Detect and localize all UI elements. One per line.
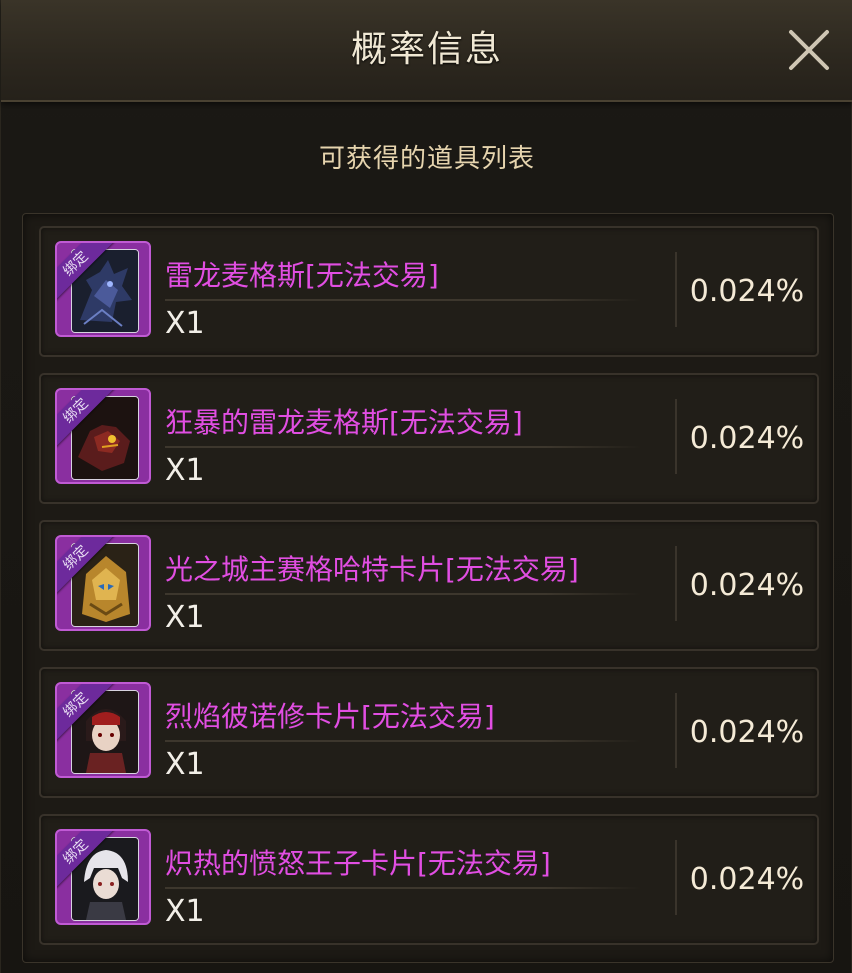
list-item[interactable]: 绑定 炽热的愤怒王子卡片[无法交易] X1 0.024% <box>39 814 819 945</box>
divider <box>165 299 641 301</box>
item-probability: 0.024% <box>689 862 805 897</box>
item-name: 狂暴的雷龙麦格斯[无法交易] <box>165 406 523 439</box>
item-list: 绑定 雷龙麦格斯[无法交易] X1 0.024% 绑定 狂暴的雷龙麦格斯[无法交… <box>22 213 834 963</box>
item-quantity: X1 <box>165 600 205 635</box>
title-bar: 概率信息 <box>1 0 852 102</box>
item-list-heading: 可获得的道具列表 <box>318 144 535 174</box>
item-quantity: X1 <box>165 453 205 488</box>
item-quantity: X1 <box>165 747 205 782</box>
item-icon-frame[interactable]: 绑定 <box>55 388 151 484</box>
list-item[interactable]: 绑定 狂暴的雷龙麦格斯[无法交易] X1 0.024% <box>39 373 819 504</box>
probability-dialog: 概率信息 可获得的道具列表 绑定 雷龙麦格斯[无法交易] X1 0.024% 绑… <box>0 0 852 973</box>
item-probability: 0.024% <box>689 421 805 456</box>
divider <box>165 740 641 742</box>
list-item[interactable]: 绑定 光之城主赛格哈特卡片[无法交易] X1 0.024% <box>39 520 819 651</box>
item-quantity: X1 <box>165 894 205 929</box>
divider <box>165 446 641 448</box>
item-name: 雷龙麦格斯[无法交易] <box>165 259 439 292</box>
dialog-title: 概率信息 <box>350 29 503 70</box>
item-icon-frame[interactable]: 绑定 <box>55 829 151 925</box>
close-icon <box>789 30 829 70</box>
list-item[interactable]: 绑定 烈焰彼诺修卡片[无法交易] X1 0.024% <box>39 667 819 798</box>
list-item[interactable]: 绑定 雷龙麦格斯[无法交易] X1 0.024% <box>39 226 819 357</box>
item-icon-frame[interactable]: 绑定 <box>55 535 151 631</box>
item-name: 炽热的愤怒王子卡片[无法交易] <box>165 847 551 880</box>
close-button[interactable] <box>787 28 831 72</box>
divider <box>165 593 641 595</box>
item-probability: 0.024% <box>689 715 805 750</box>
item-quantity: X1 <box>165 306 205 341</box>
item-name: 光之城主赛格哈特卡片[无法交易] <box>165 553 579 586</box>
item-name: 烈焰彼诺修卡片[无法交易] <box>165 700 495 733</box>
item-icon-frame[interactable]: 绑定 <box>55 241 151 337</box>
item-probability: 0.024% <box>689 274 805 309</box>
divider <box>165 887 641 889</box>
item-probability: 0.024% <box>689 568 805 603</box>
item-icon-frame[interactable]: 绑定 <box>55 682 151 778</box>
